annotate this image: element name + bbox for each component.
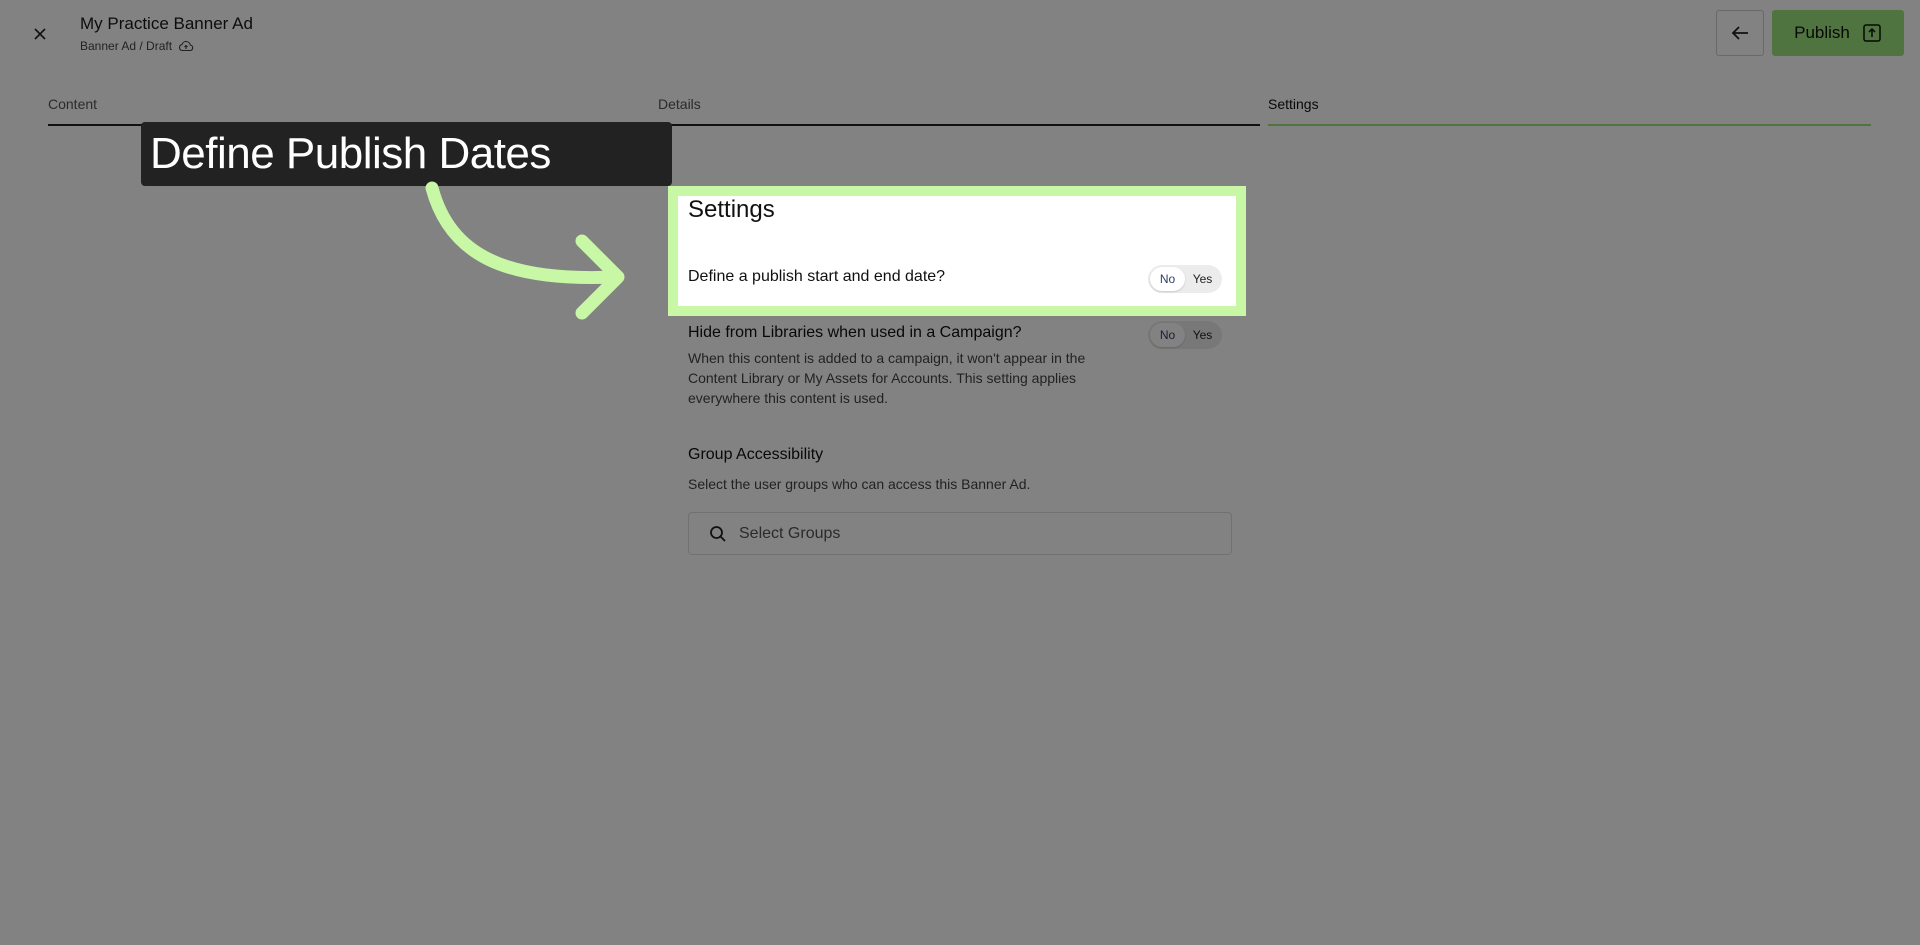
arrow-left-icon: [1731, 26, 1748, 40]
group-accessibility-title: Group Accessibility: [688, 446, 824, 463]
highlighted-settings: Settings Define a publish start and end …: [688, 196, 1232, 293]
group-accessibility-section: Group Accessibility Select the user grou…: [688, 446, 1232, 492]
hide-libraries-toggle[interactable]: No Yes: [1148, 321, 1222, 349]
document-status: Banner Ad / Draft: [80, 39, 194, 53]
cloud-upload-icon: [179, 40, 194, 52]
publish-label: Publish: [1794, 23, 1850, 42]
header: My Practice Banner Ad Banner Ad / Draft …: [0, 0, 1920, 64]
tab-underline: [658, 124, 1260, 126]
toggle-yes[interactable]: Yes: [1185, 323, 1220, 347]
publish-icon: [1863, 24, 1881, 42]
tutorial-callout: Define Publish Dates: [141, 122, 672, 186]
publish-button[interactable]: Publish: [1772, 10, 1904, 56]
document-title: My Practice Banner Ad: [80, 14, 253, 33]
select-groups-field[interactable]: [688, 512, 1232, 555]
select-groups-input[interactable]: [739, 524, 1199, 543]
hide-libraries-description: When this content is added to a campaign…: [688, 350, 1086, 406]
curved-arrow-icon: [425, 181, 625, 320]
toggle-no[interactable]: No: [1150, 323, 1185, 347]
publish-dates-row: Define a publish start and end date? No …: [688, 265, 1232, 293]
hide-from-libraries-row: Hide from Libraries when used in a Campa…: [688, 321, 1232, 408]
tab-details[interactable]: Details: [658, 96, 1260, 126]
group-accessibility-description: Select the user groups who can access th…: [688, 476, 1031, 492]
close-button[interactable]: [26, 20, 54, 48]
tab-underline: [1268, 124, 1871, 126]
close-icon: [34, 28, 46, 40]
publish-dates-toggle[interactable]: No Yes: [1148, 265, 1222, 293]
tab-settings[interactable]: Settings: [1268, 96, 1871, 126]
back-button[interactable]: [1716, 10, 1764, 56]
tab-label: Content: [48, 96, 98, 112]
tab-label: Settings: [1268, 96, 1319, 112]
settings-title: Settings: [688, 196, 775, 223]
tab-label: Details: [658, 96, 701, 112]
breadcrumb: Banner Ad / Draft: [80, 39, 173, 53]
toggle-no[interactable]: No: [1150, 267, 1185, 291]
search-icon: [710, 525, 726, 542]
callout-text: Define Publish Dates: [150, 129, 551, 178]
toggle-yes[interactable]: Yes: [1185, 267, 1220, 291]
